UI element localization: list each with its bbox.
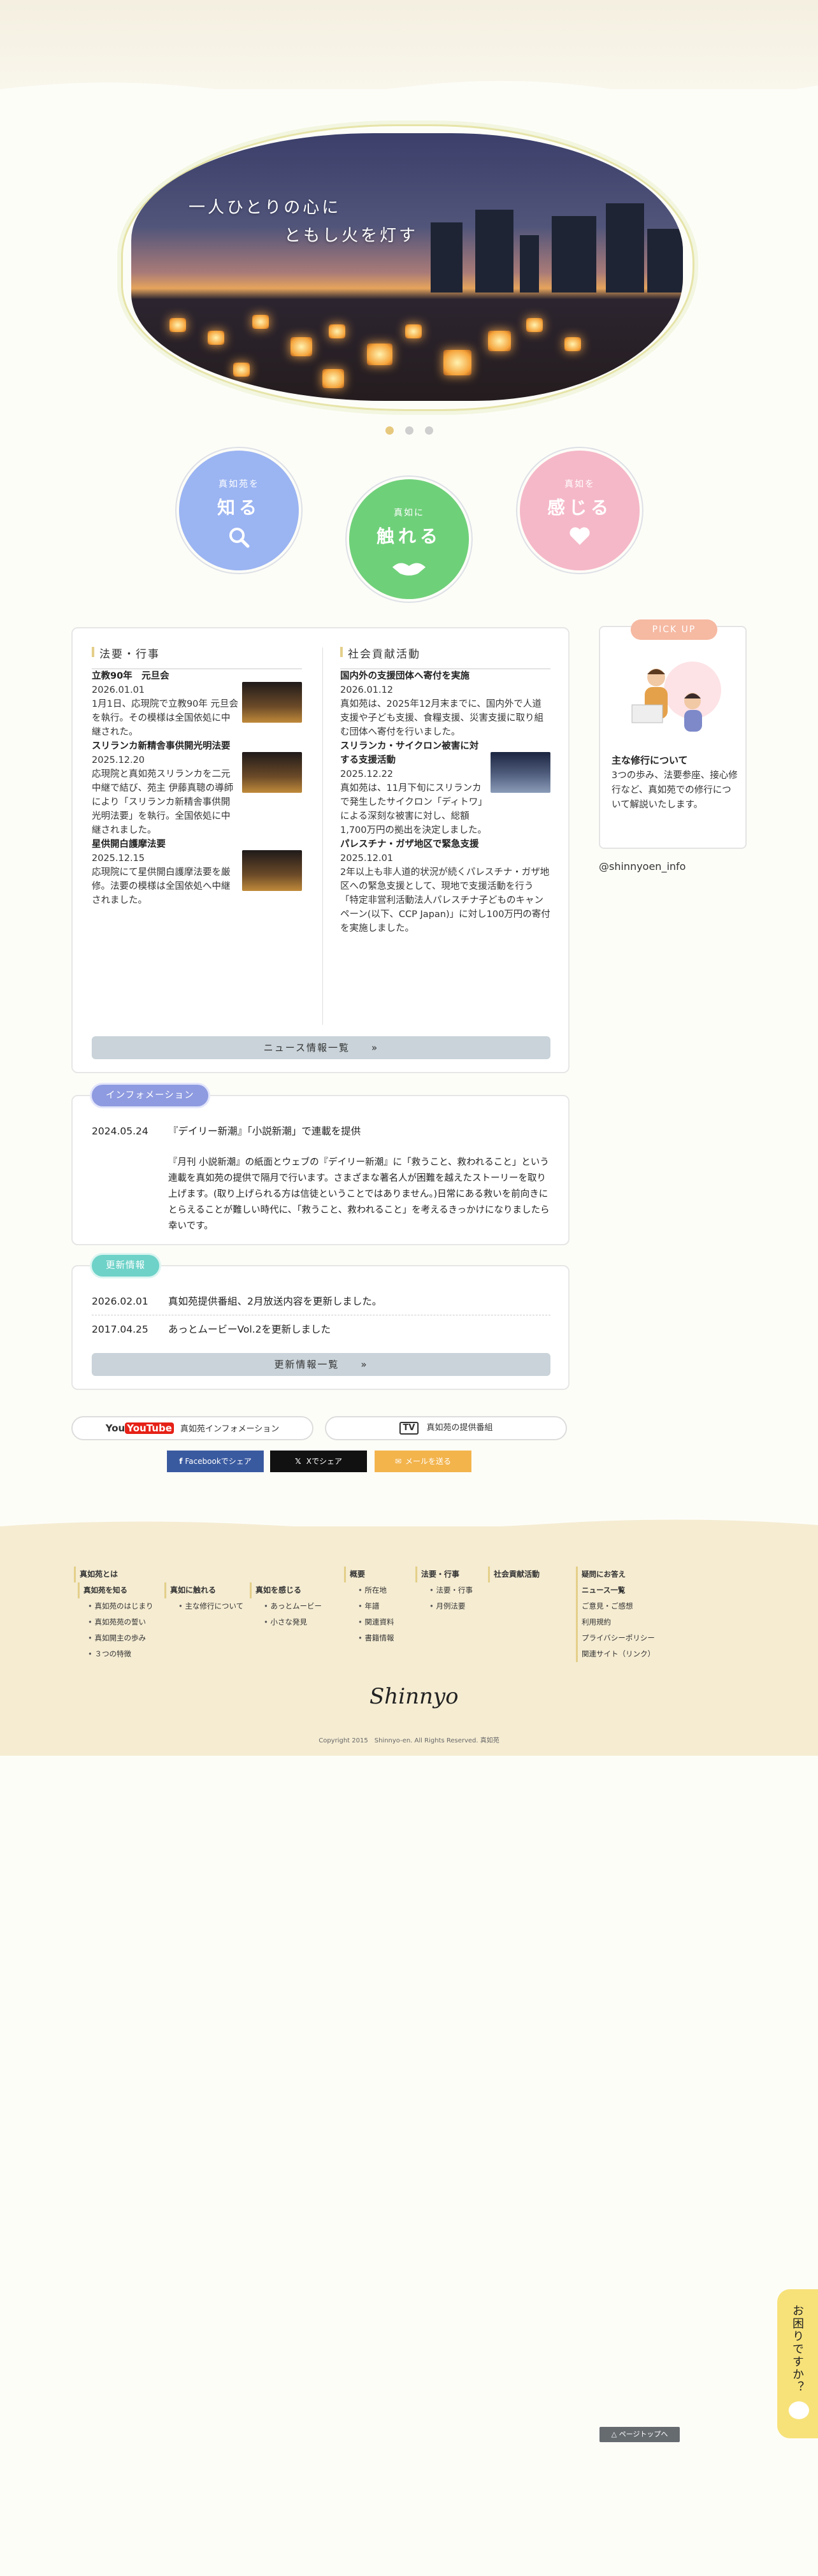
x-share-button[interactable]: 𝕏 Xでシェア xyxy=(270,1451,367,1472)
news-item[interactable]: パレスチナ・ガザ地区で緊急支援 2025.12.01 2年以上も非人道的状況が続… xyxy=(340,837,550,936)
news-item[interactable]: 星供開白護摩法要 2025.12.15 応現院にて星供開白護摩法要を厳修。法要の… xyxy=(92,837,302,908)
footer-col-overview: 概要 所在地 年譜 関連資料 書籍情報 xyxy=(344,1567,394,1646)
hero-line-2: ともし火を灯す xyxy=(284,226,419,245)
footer-col-misc: 疑問にお答え ニュース一覧 ご意見・ご感想 利用規約 プライバシーポリシー 関連… xyxy=(576,1567,655,1662)
chat-bubble-icon xyxy=(789,2401,809,2419)
footer-col-events: 法要・行事 法要・行事 月例法要 xyxy=(415,1567,473,1614)
update-row[interactable]: 2017.04.25 あっとムービーVol.2を更新しました xyxy=(92,1321,331,1338)
updates-list-button[interactable]: 更新情報一覧 » xyxy=(92,1353,550,1376)
update-row[interactable]: 2026.02.01 真如苑提供番組、2月放送内容を更新しました。 xyxy=(92,1293,550,1315)
slider-dots xyxy=(0,425,818,437)
slider-dot-3[interactable] xyxy=(424,426,433,435)
footer-col-feel: 真如を感じる あっとムービー 小さな発見 xyxy=(250,1582,322,1630)
footer-col-social: 社会貢献活動 xyxy=(488,1567,540,1582)
pickup-text: 3つの歩み、法要参座、接心修行など、真如苑での修行について解説いたします。 xyxy=(612,771,738,810)
updates-label: 更新情報 xyxy=(92,1255,159,1277)
updates-box: 更新情報 2026.02.01 真如苑提供番組、2月放送内容を更新しました。 20… xyxy=(71,1255,570,1390)
youtube-icon: You YouTube xyxy=(106,1422,174,1434)
news-column-social: 社会貢献活動 国内外の支援団体へ寄付を実施 2026.01.12 真如苑は、20… xyxy=(340,645,550,936)
facebook-share-button[interactable]: f Facebookでシェア xyxy=(167,1451,264,1472)
x-icon: 𝕏 xyxy=(295,1457,301,1466)
mail-icon: ✉ xyxy=(394,1457,402,1466)
page-top-button[interactable]: △ ページトップへ xyxy=(599,2427,680,2442)
slider-dot-1[interactable] xyxy=(385,426,394,435)
events-heading: 法要・行事 xyxy=(92,645,302,669)
slider-dot-2[interactable] xyxy=(405,426,413,435)
news-column-events: 法要・行事 立教90年 元旦会 2026.01.01 1月1日、応現院で立教90… xyxy=(92,645,302,908)
top-band xyxy=(0,0,818,102)
pickup-box[interactable]: PICK UP 主な修行について 3つの歩み、法要参座、接心修行など、真如苑での… xyxy=(599,619,747,849)
hero-line-1: 一人ひとりの心に xyxy=(189,198,341,217)
information-row[interactable]: 2024.05.24 『デイリー新潮』「小説新潮」で連載を提供 xyxy=(92,1123,361,1140)
circle-touch[interactable]: 真如に 触れる xyxy=(345,475,473,603)
pickup-label: PICK UP xyxy=(631,619,717,640)
circle-feel[interactable]: 真如を 感じる xyxy=(516,447,643,574)
circle-know[interactable]: 真如苑を 知る xyxy=(175,447,303,574)
hero-slider[interactable]: 一人ひとりの心に ともし火を灯す xyxy=(121,124,694,411)
news-item[interactable]: スリランカ新精舎事供開光明法要 2025.12.20 応現院と真如苑スリランカを… xyxy=(92,739,302,837)
mail-button[interactable]: ✉ メールを送る xyxy=(375,1451,471,1472)
hero-image: 一人ひとりの心に ともし火を灯す xyxy=(131,133,683,401)
news-item[interactable]: 国内外の支援団体へ寄付を実施 2026.01.12 真如苑は、2025年12月末… xyxy=(340,669,550,739)
youtube-button[interactable]: You YouTube 真如苑インフォメーション xyxy=(71,1416,313,1440)
copyright: Copyright 2015 Shinnyo-en. All Rights Re… xyxy=(319,1737,499,1744)
tv-program-button[interactable]: TV 真如苑の提供番組 xyxy=(325,1416,567,1440)
social-heading: 社会貢献活動 xyxy=(340,645,550,669)
pickup-title: 主な修行について xyxy=(612,755,688,766)
instagram-link[interactable]: @shinnyoen_info xyxy=(599,860,685,872)
news-box: 法要・行事 立教90年 元旦会 2026.01.01 1月1日、応現院で立教90… xyxy=(71,627,570,1073)
footer-col-about: 真如苑とは 真如苑を知る 真如苑のはじまり 真如苑苑の誓い 真如開主の歩み ３つ… xyxy=(74,1567,153,1662)
help-label: お困りですか？ xyxy=(791,2305,804,2394)
tv-icon: TV xyxy=(399,1422,419,1435)
news-item[interactable]: スリランカ・サイクロン被害に対する支援活動 2025.12.22 真如苑は、11… xyxy=(340,739,550,837)
footer: 真如苑とは 真如苑を知る 真如苑のはじまり 真如苑苑の誓い 真如開主の歩み ３つ… xyxy=(0,1519,818,1756)
information-body: 『月刊 小説新潮』の紙面とウェブの『デイリー新潮』に「救うこと、救われること」と… xyxy=(168,1157,550,1231)
information-box: インフォメーション 2024.05.24 『デイリー新潮』「小説新潮」で連載を提供… xyxy=(71,1085,570,1245)
facebook-icon: f xyxy=(179,1457,183,1466)
news-list-button[interactable]: ニュース情報一覧 » xyxy=(92,1036,550,1059)
information-label: インフォメーション xyxy=(92,1085,208,1106)
news-item[interactable]: 立教90年 元旦会 2026.01.01 1月1日、応現院で立教90年 元旦会を… xyxy=(92,669,302,739)
pickup-illustration xyxy=(626,655,721,738)
footer-col-touch: 真如に触れる 主な修行について xyxy=(164,1582,243,1614)
footer-logo: Shinnyo xyxy=(370,1684,459,1709)
help-chat-button[interactable]: お困りですか？ xyxy=(777,2289,818,2438)
